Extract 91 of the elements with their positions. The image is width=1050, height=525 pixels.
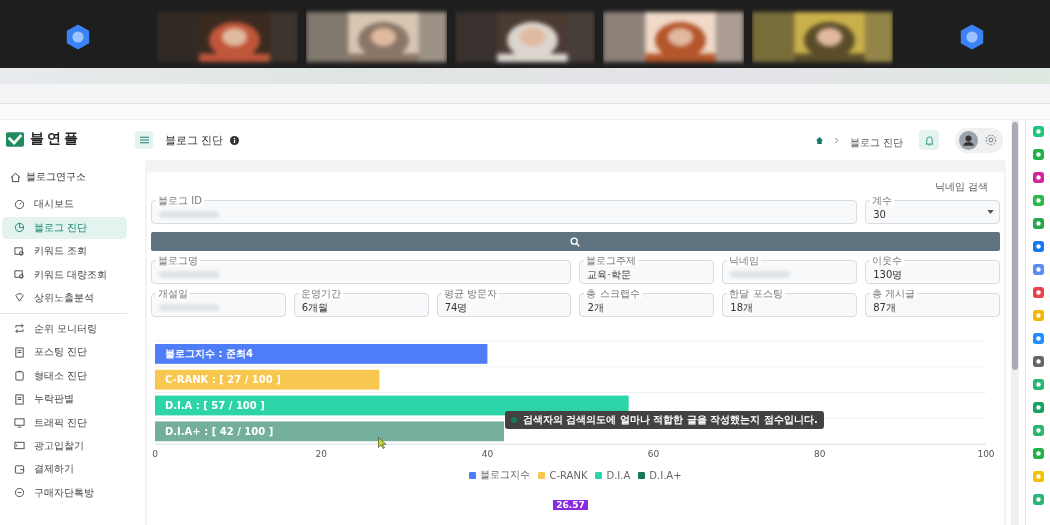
app-icon[interactable] bbox=[1032, 494, 1044, 505]
app-icon[interactable] bbox=[1032, 149, 1044, 160]
cursor-icon bbox=[378, 437, 386, 449]
document-icon bbox=[14, 393, 25, 405]
field-label: 계수 bbox=[870, 195, 895, 206]
card-icon bbox=[14, 440, 25, 452]
clipboard-icon bbox=[14, 370, 25, 382]
sidebar-header[interactable]: 블로그연구소 bbox=[0, 158, 135, 192]
gauge-icon bbox=[14, 198, 25, 210]
logo-icon bbox=[6, 131, 24, 147]
sidebar-item[interactable]: 형태소 진단 bbox=[2, 364, 127, 387]
home-icon bbox=[10, 171, 21, 183]
legend-label[interactable]: D.I.A bbox=[606, 469, 631, 481]
info-icon bbox=[229, 135, 239, 145]
sidebar-item[interactable]: 상위노출분석 bbox=[2, 286, 127, 309]
field-label: 닉네임 bbox=[727, 255, 762, 266]
page-title: 블로그 진단 bbox=[165, 132, 224, 148]
sidebar-item[interactable]: 구매자단톡방 bbox=[2, 481, 127, 504]
breadcrumb-item[interactable]: 블로그 진단 bbox=[849, 136, 903, 148]
diamond-icon bbox=[14, 292, 25, 304]
sidebar-item[interactable]: 광고입찰기 bbox=[2, 434, 127, 457]
avatar-icon bbox=[959, 130, 978, 150]
bell-button[interactable] bbox=[919, 130, 939, 150]
repeat-icon bbox=[14, 323, 25, 335]
scrollbar[interactable] bbox=[1011, 120, 1019, 525]
legend-label[interactable]: D.I.A+ bbox=[649, 469, 682, 481]
sidebar-item[interactable]: 키워드 조회 bbox=[2, 240, 127, 263]
bar-label: 블로그지수 : 준최4 bbox=[165, 348, 253, 360]
sidebar-item[interactable]: 키워드 대량조회 bbox=[2, 263, 127, 286]
axis-tick-label: 0 bbox=[152, 449, 158, 460]
axis-tick-label: 40 bbox=[481, 449, 494, 460]
axis-tick-label: 60 bbox=[647, 449, 660, 460]
app-icon[interactable] bbox=[1032, 402, 1044, 413]
user-menu[interactable] bbox=[955, 127, 1003, 153]
field-label: 블로그주제 bbox=[584, 255, 639, 266]
legend-label[interactable]: C-RANK bbox=[549, 469, 588, 481]
menu-button[interactable] bbox=[135, 131, 153, 149]
axis-tick-label: 100 bbox=[977, 449, 995, 460]
app-icon[interactable] bbox=[1032, 172, 1044, 183]
app-icon[interactable] bbox=[1032, 448, 1044, 459]
bar-label: C-RANK : [ 27 / 100 ] bbox=[165, 374, 281, 386]
field-label: 이웃수 bbox=[870, 255, 905, 266]
bar[interactable] bbox=[155, 395, 629, 416]
field-label: 개설일 bbox=[156, 288, 190, 299]
wallet-icon bbox=[14, 463, 25, 475]
app-icon[interactable] bbox=[1032, 333, 1044, 344]
app-icon[interactable] bbox=[1032, 356, 1044, 367]
app-icon[interactable] bbox=[1032, 241, 1044, 252]
axis-tick-label: 20 bbox=[315, 449, 327, 460]
field-label: 총 게시글 bbox=[870, 288, 918, 299]
caret-icon bbox=[987, 210, 994, 214]
series-dot-icon bbox=[511, 417, 517, 423]
monitor-icon bbox=[14, 417, 25, 428]
app-icon[interactable] bbox=[1032, 218, 1044, 229]
document-icon bbox=[14, 346, 25, 358]
bar-label: D.I.A+ : [ 42 / 100 ] bbox=[165, 425, 274, 437]
menu-icon bbox=[139, 136, 149, 144]
logo-text: 블연플 bbox=[30, 130, 81, 148]
field-label: 블로그명 bbox=[156, 255, 200, 266]
field-label: 운영기간 bbox=[298, 288, 343, 299]
bar-label: D.I.A : [ 57 / 100 ] bbox=[165, 400, 265, 411]
chat-icon bbox=[14, 487, 25, 499]
sidebar-item[interactable]: 순위 모니터링 bbox=[2, 317, 127, 340]
pie-chart-icon bbox=[14, 222, 25, 234]
sidebar-item[interactable]: 대시보드 bbox=[2, 193, 127, 216]
sidebar-item[interactable]: 누락판별 bbox=[2, 388, 127, 411]
chevron-icon bbox=[833, 136, 840, 144]
field-label: 총 스크랩수 bbox=[584, 288, 642, 299]
app-icon[interactable] bbox=[1032, 287, 1044, 298]
value-badge: 26.57 bbox=[553, 500, 588, 510]
app-icon[interactable] bbox=[1032, 264, 1044, 275]
sidebar-item[interactable]: 트래픽 진단 bbox=[2, 411, 127, 434]
legend-label[interactable]: 블로그지수 bbox=[480, 468, 531, 482]
field-label: 한달 포스팅 bbox=[727, 288, 785, 299]
sidebar-item[interactable]: 블로그 진단 bbox=[2, 216, 127, 239]
tooltip-text: 검색자의 검색의도에 얼마나 적합한 글을 작성했는지 점수입니다. bbox=[523, 413, 818, 427]
axis-tick-label: 80 bbox=[814, 449, 826, 460]
window-search-icon bbox=[14, 269, 25, 281]
field-label: 블로그 ID bbox=[156, 195, 204, 206]
app-icon[interactable] bbox=[1032, 379, 1044, 390]
window-search-icon bbox=[14, 245, 25, 257]
app-icon[interactable] bbox=[1032, 425, 1044, 436]
search-icon bbox=[570, 236, 581, 247]
app-icon[interactable] bbox=[1032, 195, 1044, 206]
field-label: 평균 방문자 bbox=[441, 288, 499, 299]
sidebar-item[interactable]: 포스팅 진단 bbox=[2, 341, 127, 364]
bell-icon bbox=[924, 134, 934, 146]
sidebar-item[interactable]: 결제하기 bbox=[2, 458, 127, 481]
settings-icon[interactable] bbox=[985, 134, 997, 146]
home-icon[interactable] bbox=[814, 135, 824, 145]
nickname-search-link[interactable]: 닉네임 검색 bbox=[934, 180, 988, 193]
